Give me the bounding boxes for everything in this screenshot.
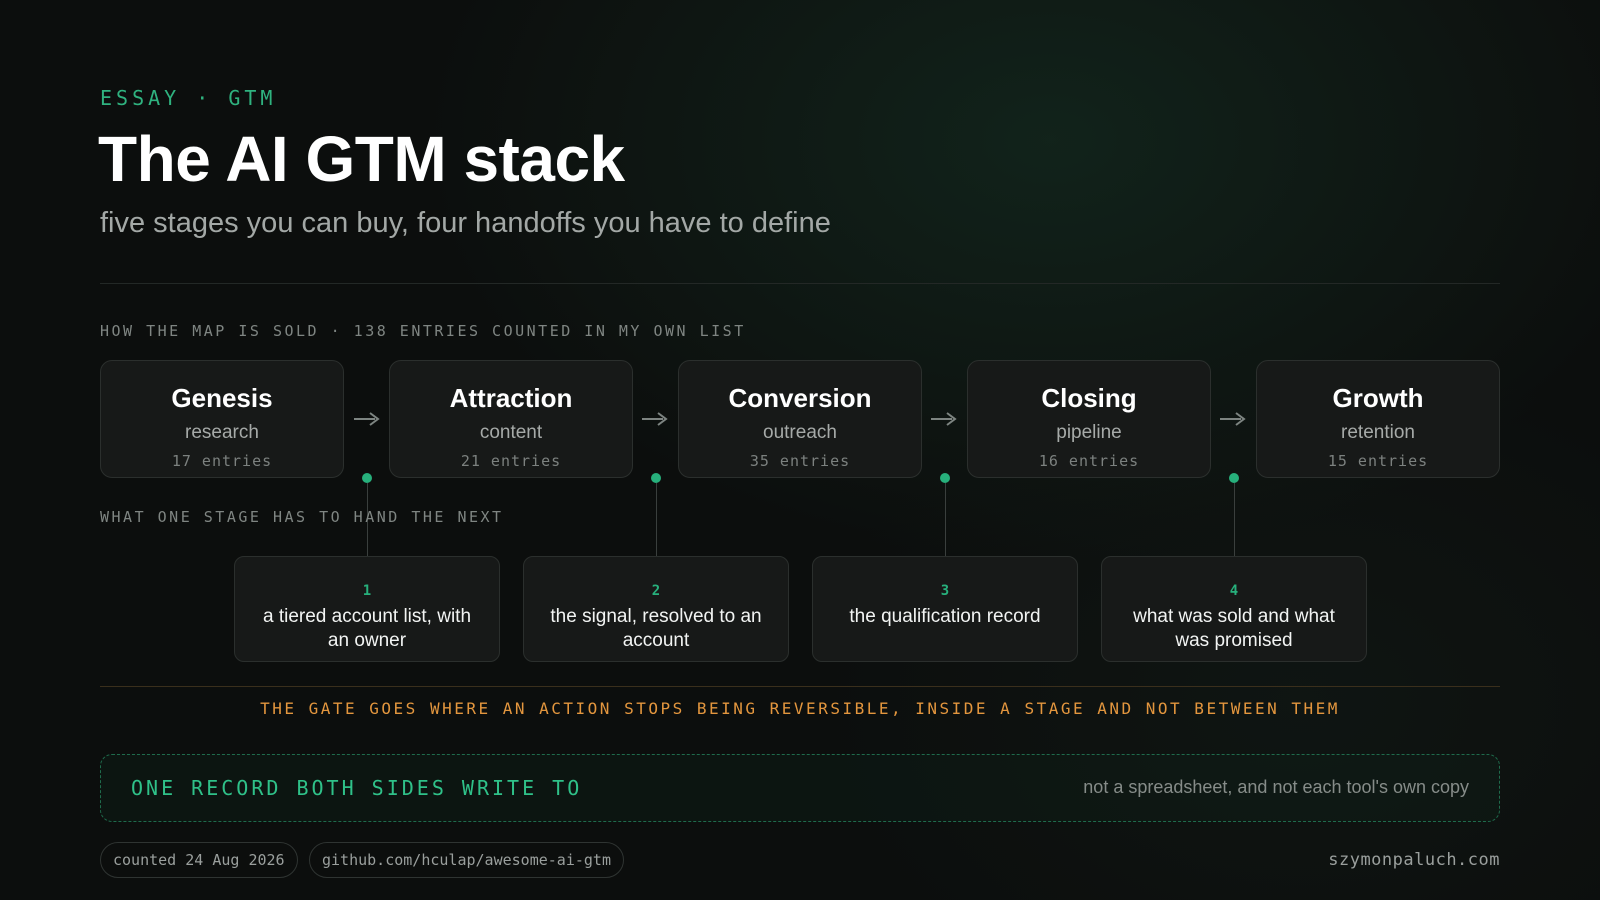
arrow-right-icon bbox=[1220, 412, 1246, 426]
page-subtitle: five stages you can buy, four handoffs y… bbox=[100, 207, 831, 239]
handoff-number: 2 bbox=[651, 583, 661, 599]
dot-icon bbox=[1229, 473, 1239, 483]
handoff-text: the signal, resolved to an account bbox=[550, 606, 762, 651]
handoff-text: the qualification record bbox=[849, 606, 1041, 627]
connector-line bbox=[656, 483, 657, 557]
stage-card-genesis: Genesis research 17 entries bbox=[100, 360, 344, 478]
page-title: The AI GTM stack bbox=[98, 123, 625, 195]
stage-category: retention bbox=[1341, 422, 1415, 443]
connector-line bbox=[1234, 483, 1235, 557]
stage-card-closing: Closing pipeline 16 entries bbox=[967, 360, 1211, 478]
stage-category: content bbox=[479, 422, 543, 443]
stage-category: outreach bbox=[763, 422, 837, 443]
shared-record-note: not a spreadsheet, and not each tool's o… bbox=[1083, 777, 1469, 797]
handoff-label: WHAT ONE STAGE HAS TO HAND THE NEXT bbox=[100, 508, 504, 526]
stage-entry-count: 16 entries bbox=[1038, 452, 1140, 470]
handoff-card-2: 2 the signal, resolved to an account bbox=[523, 556, 789, 662]
dot-icon bbox=[940, 473, 950, 483]
stage-name: Conversion bbox=[728, 383, 872, 413]
gate-note: THE GATE GOES WHERE AN ACTION STOPS BEIN… bbox=[260, 699, 1340, 718]
stage-card-growth: Growth retention 15 entries bbox=[1256, 360, 1500, 478]
dot-icon bbox=[362, 473, 372, 483]
handoff-card-1: 1 a tiered account list, with an owner bbox=[234, 556, 500, 662]
stage-entry-count: 17 entries bbox=[171, 452, 273, 470]
gate-divider bbox=[100, 686, 1500, 687]
handoff-number: 3 bbox=[940, 583, 950, 599]
stage-name: Attraction bbox=[449, 383, 573, 413]
date-pill: counted 24 Aug 2026 bbox=[100, 842, 298, 878]
stage-category: pipeline bbox=[1056, 422, 1122, 443]
stage-name: Closing bbox=[1041, 383, 1137, 413]
handoff-text: a tiered account list, with an owner bbox=[262, 606, 472, 651]
arrow-right-icon bbox=[931, 412, 957, 426]
arrow-right-icon bbox=[642, 412, 668, 426]
stage-entry-count: 35 entries bbox=[749, 452, 851, 470]
kicker: ESSAY · GTM bbox=[100, 86, 277, 110]
stage-category: research bbox=[185, 422, 259, 443]
site-link[interactable]: szymonpaluch.com bbox=[1328, 850, 1500, 870]
stage-card-attraction: Attraction content 21 entries bbox=[389, 360, 633, 478]
stage-entry-count: 21 entries bbox=[460, 452, 562, 470]
connector-line bbox=[945, 483, 946, 557]
stage-name: Genesis bbox=[171, 383, 273, 413]
handoff-number: 4 bbox=[1229, 583, 1239, 599]
divider bbox=[100, 283, 1500, 284]
handoff-card-3: 3 the qualification record bbox=[812, 556, 1078, 662]
stage-card-conversion: Conversion outreach 35 entries bbox=[678, 360, 922, 478]
shared-record-title: ONE RECORD BOTH SIDES WRITE TO bbox=[131, 776, 583, 800]
handoff-text: what was sold and what was promised bbox=[1133, 606, 1335, 651]
handoff-number: 1 bbox=[362, 583, 372, 599]
shared-record-box: ONE RECORD BOTH SIDES WRITE TO not a spr… bbox=[100, 754, 1500, 822]
dot-icon bbox=[651, 473, 661, 483]
stage-name: Growth bbox=[1332, 383, 1424, 413]
stage-map-label: HOW THE MAP IS SOLD · 138 ENTRIES COUNTE… bbox=[100, 322, 746, 340]
handoff-card-4: 4 what was sold and what was promised bbox=[1101, 556, 1367, 662]
arrow-right-icon bbox=[354, 412, 380, 426]
repo-link[interactable]: github.com/hculap/awesome-ai-gtm bbox=[309, 842, 624, 878]
stage-entry-count: 15 entries bbox=[1327, 452, 1429, 470]
